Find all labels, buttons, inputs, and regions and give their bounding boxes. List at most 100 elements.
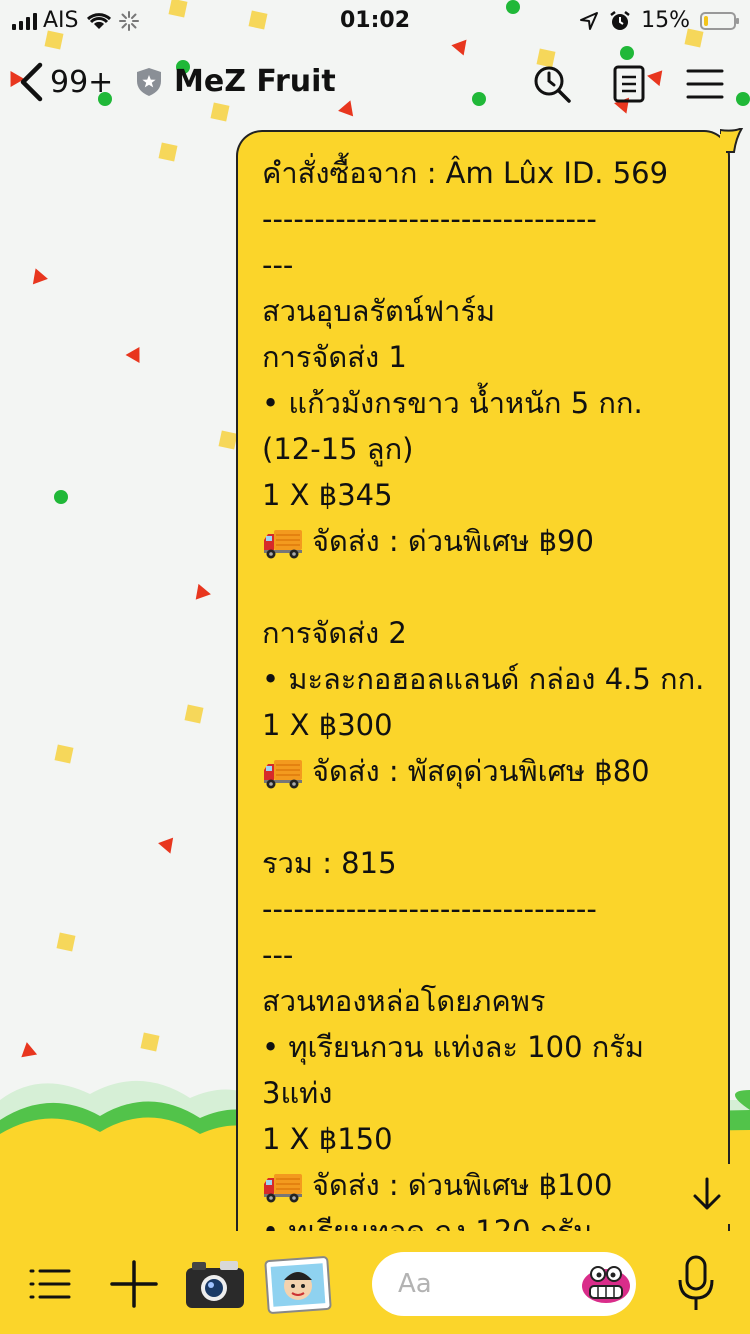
sticker-button[interactable] [264, 1256, 332, 1314]
message-text: -------------------------------- [262, 892, 597, 926]
chat-name: MeZ Fruit [174, 64, 336, 99]
confetti-square [168, 0, 188, 18]
confetti-square [248, 10, 268, 30]
confetti-triangle [195, 583, 213, 603]
back-button[interactable]: 99+ [18, 62, 113, 102]
message-line [262, 794, 706, 840]
chat-title[interactable]: MeZ Fruit [136, 64, 336, 99]
camera-icon [186, 1261, 244, 1308]
message-line: การจัดส่ง 2 [262, 610, 706, 656]
list-button[interactable] [28, 1266, 72, 1302]
bubble-tail [720, 128, 744, 154]
confetti-triangle [18, 1040, 38, 1058]
message-line: • ทุเรียนทอด ถุง 120 กรัม [262, 1208, 706, 1231]
confetti-dot [506, 0, 520, 14]
confetti-square [218, 430, 238, 450]
confetti-square [158, 142, 178, 162]
message-line: จัดส่ง : ด่วนพิเศษ ฿100 [262, 1162, 706, 1208]
message-text: คำสั่งซื้อจาก : Âm Lûx ID. 569 [262, 156, 669, 190]
unread-count: 99+ [50, 64, 114, 100]
message-text: จัดส่ง : ด่วนพิเศษ ฿100 [312, 1168, 613, 1202]
alarm-icon [610, 10, 630, 30]
notes-icon[interactable] [612, 64, 646, 104]
message-input-bar [0, 1232, 750, 1334]
location-icon [580, 11, 599, 30]
confetti-dot [54, 490, 68, 504]
status-bar: AIS 01:02 15% [0, 0, 750, 42]
sticker-image-icon [264, 1256, 332, 1314]
scroll-to-bottom-button[interactable] [678, 1164, 736, 1224]
message-line: • แก้วมังกรขาว น้ำหนัก 5 กก. [262, 380, 706, 426]
confetti-triangle [125, 346, 147, 368]
message-line: -------------------------------- [262, 886, 706, 932]
message-bubble[interactable]: คำสั่งซื้อจาก : Âm Lûx ID. 569 ----------… [236, 130, 730, 1231]
emoji-button[interactable] [578, 1262, 634, 1306]
add-button[interactable] [110, 1260, 158, 1308]
message-text: • มะละกอฮอลแลนด์ กล่อง 4.5 กก. [262, 662, 705, 696]
message-line: คำสั่งซื้อจาก : Âm Lûx ID. 569 [262, 150, 706, 196]
message-text: จัดส่ง : พัสดุด่วนพิเศษ ฿80 [312, 754, 650, 788]
confetti-triangle [158, 837, 178, 857]
microphone-icon [678, 1255, 714, 1310]
voice-button[interactable] [676, 1254, 716, 1314]
back-chevron-icon [20, 62, 43, 102]
message-text: สวนทองหล่อโดยภคพร [262, 984, 546, 1018]
list-icon [29, 1269, 71, 1299]
message-text: 1 X ฿345 [262, 478, 393, 512]
battery-percent: 15% [641, 8, 690, 33]
message-text: • แก้วมังกรขาว น้ำหนัก 5 กก. [262, 386, 643, 420]
confetti-square [56, 932, 76, 952]
emoji-sticker-icon [582, 1266, 630, 1303]
message-text: จัดส่ง : ด่วนพิเศษ ฿90 [312, 524, 594, 558]
battery-icon [700, 11, 739, 30]
message-text: การจัดส่ง 1 [262, 340, 407, 374]
confetti-square [684, 28, 704, 48]
message-line: จัดส่ง : ด่วนพิเศษ ฿90 [262, 518, 706, 564]
message-line: สวนทองหล่อโดยภคพร [262, 978, 706, 1024]
message-line: สวนอุบลรัตน์ฟาร์ม [262, 288, 706, 334]
message-text: สวนอุบลรัตน์ฟาร์ม [262, 294, 496, 328]
confetti-square [184, 704, 204, 724]
message-line: รวม : 815 [262, 840, 706, 886]
header-actions [532, 64, 724, 104]
message-line: 3แท่ง [262, 1070, 706, 1116]
delivery-truck-icon [264, 530, 302, 559]
confetti-square [140, 1032, 160, 1052]
menu-icon[interactable] [686, 68, 724, 100]
message-text: 1 X ฿300 [262, 708, 393, 742]
clock-search-icon[interactable] [532, 64, 572, 104]
message-text: รวม : 815 [262, 846, 397, 880]
message-text: --- [262, 248, 294, 282]
confetti-square [54, 744, 74, 764]
message-line: --- [262, 932, 706, 978]
shield-icon [137, 67, 161, 96]
status-right: 15% [579, 8, 739, 33]
message-line: (12-15 ลูก) [262, 426, 706, 472]
plus-icon [110, 1260, 158, 1308]
message-line: -------------------------------- [262, 196, 706, 242]
message-text: -------------------------------- [262, 202, 597, 236]
camera-button[interactable] [184, 1256, 246, 1312]
message-text: (12-15 ลูก) [262, 432, 414, 466]
message-text: การจัดส่ง 2 [262, 616, 407, 650]
delivery-truck-icon [264, 1174, 302, 1203]
message-line: --- [262, 242, 706, 288]
message-text: 1 X ฿150 [262, 1122, 393, 1156]
message-line: จัดส่ง : พัสดุด่วนพิเศษ ฿80 [262, 748, 706, 794]
message-line: • มะละกอฮอลแลนด์ กล่อง 4.5 กก. [262, 656, 706, 702]
message-line: 1 X ฿150 [262, 1116, 706, 1162]
message-line [262, 564, 706, 610]
scroll-down-arrow-icon [693, 1177, 721, 1210]
message-line: • ทุเรียนกวน แท่งละ 100 กรัม [262, 1024, 706, 1070]
message-text: • ทุเรียนทอด ถุง 120 กรัม [262, 1214, 593, 1231]
message-text: • ทุเรียนกวน แท่งละ 100 กรัม [262, 1030, 644, 1064]
message-line: 1 X ฿345 [262, 472, 706, 518]
chat-header: 99+ MeZ Fruit [0, 50, 750, 120]
message-text: 3แท่ง [262, 1076, 333, 1110]
confetti-triangle [28, 265, 48, 285]
confetti-square [44, 30, 64, 50]
message-line: การจัดส่ง 1 [262, 334, 706, 380]
message-line: 1 X ฿300 [262, 702, 706, 748]
message-text: --- [262, 938, 294, 972]
delivery-truck-icon [264, 760, 302, 789]
